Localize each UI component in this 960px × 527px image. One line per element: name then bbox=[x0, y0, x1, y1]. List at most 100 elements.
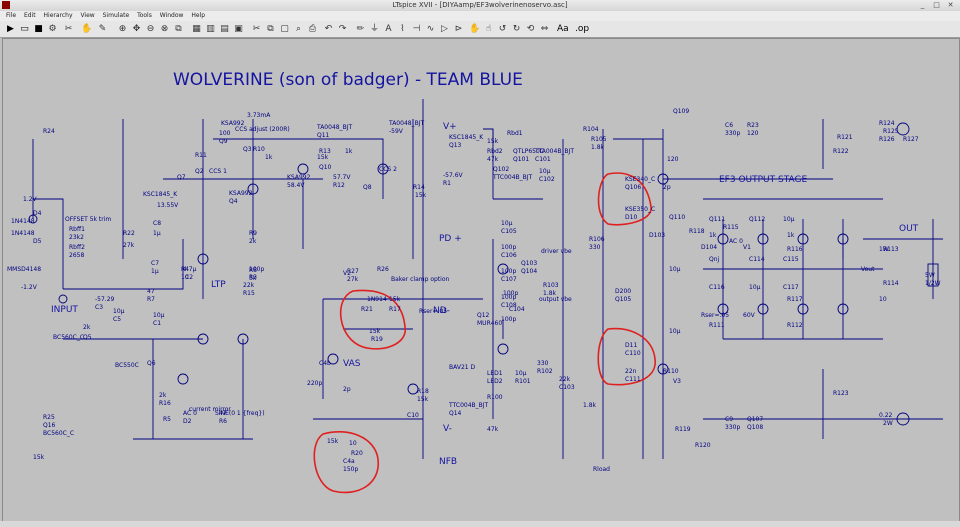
minimize-button[interactable]: _ bbox=[918, 1, 927, 9]
diode-icon[interactable]: ▷ bbox=[438, 23, 451, 36]
cascade-icon[interactable]: ▥ bbox=[204, 23, 217, 36]
autoscale-icon[interactable]: ⧉ bbox=[172, 23, 185, 36]
component-label: Rser=.05 bbox=[419, 308, 447, 315]
inductor-icon[interactable]: ∿ bbox=[424, 23, 437, 36]
label-pd-plus: PD + bbox=[439, 234, 462, 244]
zoom-fit-icon[interactable]: ⊗ bbox=[158, 23, 171, 36]
menu-window[interactable]: Window bbox=[160, 11, 184, 21]
open-icon[interactable]: ▶ bbox=[4, 23, 17, 36]
component-label: AC 0 bbox=[729, 238, 743, 245]
schematic-drawing[interactable]: WOLVERINE (son of badger) - TEAM BLUE EF… bbox=[3, 39, 959, 522]
component-label: R118 bbox=[689, 228, 705, 235]
paste-icon[interactable]: ▢ bbox=[278, 23, 291, 36]
menu-help[interactable]: Help bbox=[191, 11, 205, 21]
capacitor-icon[interactable]: ⊣ bbox=[410, 23, 423, 36]
component-label: Q12 bbox=[477, 312, 490, 319]
tile-icon[interactable]: ▦ bbox=[190, 23, 203, 36]
component-label: C114 bbox=[749, 256, 765, 263]
close-button[interactable]: ✕ bbox=[946, 1, 955, 9]
zoom-in-icon[interactable]: ⊕ bbox=[116, 23, 129, 36]
component-label: R18 bbox=[417, 388, 429, 395]
component-icon[interactable]: ⊳ bbox=[452, 23, 465, 36]
schematic-title: WOLVERINE (son of badger) - TEAM BLUE bbox=[173, 70, 523, 90]
component-label: -57.29 bbox=[95, 296, 115, 303]
component-label: R17 bbox=[389, 306, 401, 313]
undo2-icon[interactable]: ↺ bbox=[496, 23, 509, 36]
component-labels: R24 R25 1.2V D4 D5 1N4148 1N4148 MMSD414… bbox=[7, 108, 941, 473]
maximize-button[interactable]: □ bbox=[932, 1, 941, 9]
menu-file[interactable]: File bbox=[6, 11, 16, 21]
ground-icon[interactable]: ⏚ bbox=[368, 23, 381, 36]
component-label: 10 bbox=[879, 296, 887, 303]
resistor-icon[interactable]: ⌇ bbox=[396, 23, 409, 36]
probe-icon[interactable]: ✎ bbox=[96, 23, 109, 36]
run-icon[interactable]: ✂ bbox=[62, 23, 75, 36]
component-label: C111 bbox=[625, 376, 641, 383]
halt-icon[interactable]: ✋ bbox=[80, 23, 93, 36]
component-label: 3.73mA bbox=[247, 112, 271, 119]
component-label: C115 bbox=[783, 256, 799, 263]
component-label: C6 bbox=[725, 122, 733, 129]
component-label: C2 bbox=[185, 274, 193, 281]
component-label: Q110 bbox=[669, 214, 685, 221]
menu-view[interactable]: View bbox=[80, 11, 94, 21]
component-label: C101 bbox=[535, 156, 551, 163]
redo-icon[interactable]: ↷ bbox=[336, 23, 349, 36]
component-label: Q16 bbox=[43, 422, 56, 429]
copy-icon[interactable]: ⧉ bbox=[264, 23, 277, 36]
component-label: Rbd2 bbox=[487, 148, 503, 155]
component-label: 5W bbox=[925, 272, 935, 279]
component-label: 27k bbox=[123, 242, 135, 249]
component-label: 330p bbox=[725, 424, 740, 431]
component-label: Q8 bbox=[363, 184, 372, 191]
component-label: 1k bbox=[787, 232, 795, 239]
component-label: MMSD4148 bbox=[7, 266, 41, 273]
find-icon[interactable]: ⌕ bbox=[292, 23, 305, 36]
component-label: KSA992 bbox=[229, 190, 253, 197]
component-label: SINE(0 1 {freq}) bbox=[215, 410, 265, 417]
component-label: KSE340_C bbox=[625, 176, 655, 183]
menu-edit[interactable]: Edit bbox=[24, 11, 36, 21]
component-label: 2p bbox=[343, 386, 351, 393]
component-label: R125 bbox=[883, 128, 899, 135]
component-label: R26 bbox=[377, 266, 389, 273]
rotate-icon[interactable]: ⟲ bbox=[524, 23, 537, 36]
component-label: C9 bbox=[725, 416, 733, 423]
cut-icon[interactable]: ✂ bbox=[250, 23, 263, 36]
move-icon[interactable]: ✋ bbox=[468, 23, 481, 36]
save-icon[interactable]: ■ bbox=[32, 23, 45, 36]
menu-hierarchy[interactable]: Hierarchy bbox=[44, 11, 73, 21]
print-icon[interactable]: ⎙ bbox=[306, 23, 319, 36]
menu-tools[interactable]: Tools bbox=[137, 11, 152, 21]
redo2-icon[interactable]: ↻ bbox=[510, 23, 523, 36]
mirror-icon[interactable]: ⇔ bbox=[538, 23, 551, 36]
text-icon[interactable]: Aa bbox=[556, 23, 569, 36]
drag-icon[interactable]: ☝ bbox=[482, 23, 495, 36]
component-label: D103 bbox=[649, 232, 665, 239]
component-label: Q106 bbox=[625, 184, 641, 191]
component-label: 10µ bbox=[539, 168, 551, 175]
component-label: -59V bbox=[389, 128, 404, 135]
folder-icon[interactable]: ▭ bbox=[18, 23, 31, 36]
component-label: TA0048_BJT bbox=[388, 120, 424, 127]
pan-icon[interactable]: ✥ bbox=[130, 23, 143, 36]
label-vout: Vout bbox=[861, 266, 875, 273]
section-vas: VAS bbox=[343, 359, 361, 369]
zoom-out-icon[interactable]: ⊖ bbox=[144, 23, 157, 36]
window-icon[interactable]: ▣ bbox=[232, 23, 245, 36]
schematic-canvas[interactable]: WOLVERINE (son of badger) - TEAM BLUE EF… bbox=[2, 38, 960, 523]
label-ccs-adjust: CCS adjust (200R) bbox=[235, 126, 290, 133]
label-vminus: V- bbox=[443, 424, 452, 434]
undo-icon[interactable]: ↶ bbox=[322, 23, 335, 36]
component-label: D200 bbox=[615, 288, 631, 295]
wire-icon[interactable]: ✏ bbox=[354, 23, 367, 36]
menu-simulate[interactable]: Simulate bbox=[103, 11, 130, 21]
component-label: 100 bbox=[219, 130, 231, 137]
label-icon[interactable]: A bbox=[382, 23, 395, 36]
component-label: 23k2 bbox=[69, 234, 84, 241]
spice-directive-icon[interactable]: .op bbox=[574, 23, 589, 36]
component-label: 2658 bbox=[69, 252, 84, 259]
settings-icon[interactable]: ⚙ bbox=[46, 23, 59, 36]
close-all-icon[interactable]: ▤ bbox=[218, 23, 231, 36]
component-label: R23 bbox=[747, 122, 759, 129]
